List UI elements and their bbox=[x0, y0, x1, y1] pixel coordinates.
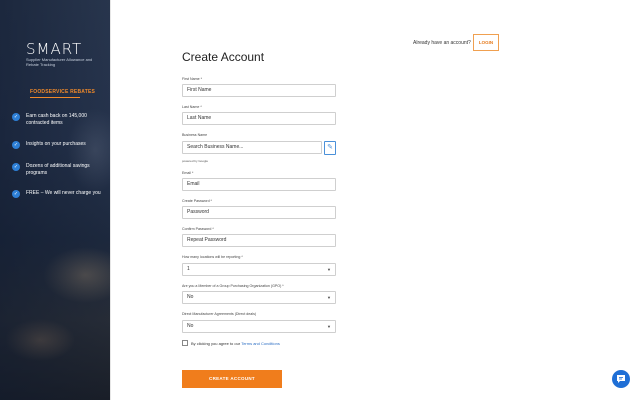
chat-icon bbox=[617, 375, 625, 383]
confirm-password-label: Confirm Password * bbox=[182, 227, 214, 231]
agree-text: By clicking you agree to our bbox=[191, 341, 241, 346]
check-icon: ✓ bbox=[12, 190, 20, 198]
gpo-value: No bbox=[187, 294, 194, 300]
last-name-field[interactable]: Last Name bbox=[182, 112, 336, 125]
chevron-down-icon: ▼ bbox=[327, 267, 331, 272]
chevron-down-icon: ▼ bbox=[327, 324, 331, 329]
email-label: Email * bbox=[182, 171, 194, 175]
locations-value: 1 bbox=[187, 266, 190, 272]
feature-text: Insights on your purchases bbox=[26, 141, 86, 147]
business-name-field[interactable]: Search Business Name... bbox=[182, 141, 322, 154]
edit-business-button[interactable]: ✎ bbox=[324, 141, 336, 155]
chat-button[interactable] bbox=[612, 370, 630, 388]
business-name-label: Business Name bbox=[182, 133, 208, 137]
pencil-icon: ✎ bbox=[327, 144, 333, 151]
chevron-down-icon: ▼ bbox=[327, 295, 331, 300]
gpo-label: Are you a Member of a Group Purchasing O… bbox=[182, 284, 284, 288]
check-icon: ✓ bbox=[12, 141, 20, 149]
email-field[interactable]: Email bbox=[182, 178, 336, 191]
dma-select[interactable]: No ▼ bbox=[182, 320, 336, 333]
terms-agreement: By clicking you agree to our Terms and C… bbox=[191, 341, 280, 346]
gpo-select[interactable]: No ▼ bbox=[182, 291, 336, 304]
page-title: Create Account bbox=[182, 50, 265, 64]
last-name-label: Last Name * bbox=[182, 105, 202, 109]
powered-by-google: powered by Google bbox=[182, 159, 209, 163]
smart-logo: SMART bbox=[26, 40, 83, 58]
hero-panel: SMART Supplier Manufacturer Allowance an… bbox=[0, 0, 110, 400]
create-account-button[interactable]: CREATE ACCOUNT bbox=[182, 370, 282, 388]
locations-label: How many locations will be reporting * bbox=[182, 255, 243, 259]
feature-text: Dozens of additional savings programs bbox=[26, 163, 90, 176]
confirm-password-field[interactable]: Repeat Password bbox=[182, 234, 336, 247]
terms-checkbox[interactable] bbox=[182, 340, 188, 346]
feature-text: Earn cash back on 145,000 contracted ite… bbox=[26, 113, 87, 126]
check-icon: ✓ bbox=[12, 113, 20, 121]
dma-value: No bbox=[187, 323, 194, 329]
terms-link[interactable]: Terms and Conditions bbox=[241, 341, 280, 346]
first-name-label: First Name * bbox=[182, 77, 202, 81]
panel-divider bbox=[110, 0, 111, 400]
first-name-field[interactable]: First Name bbox=[182, 84, 336, 97]
logo-subtitle: Supplier Manufacturer Allowance and Reba… bbox=[26, 57, 93, 67]
check-icon: ✓ bbox=[12, 163, 20, 171]
rebates-heading: FOODSERVICE REBATES bbox=[30, 89, 96, 95]
dma-label: Direct Manufacturer Agreements (Direct d… bbox=[182, 312, 257, 316]
locations-select[interactable]: 1 ▼ bbox=[182, 263, 336, 276]
login-button[interactable]: LOGIN bbox=[473, 34, 499, 51]
password-label: Create Password * bbox=[182, 199, 212, 203]
feature-text: FREE – We will never charge you bbox=[26, 190, 101, 196]
have-account-text: Already have an account? bbox=[413, 40, 471, 46]
password-field[interactable]: Password bbox=[182, 206, 336, 219]
rebates-underline bbox=[30, 97, 80, 98]
